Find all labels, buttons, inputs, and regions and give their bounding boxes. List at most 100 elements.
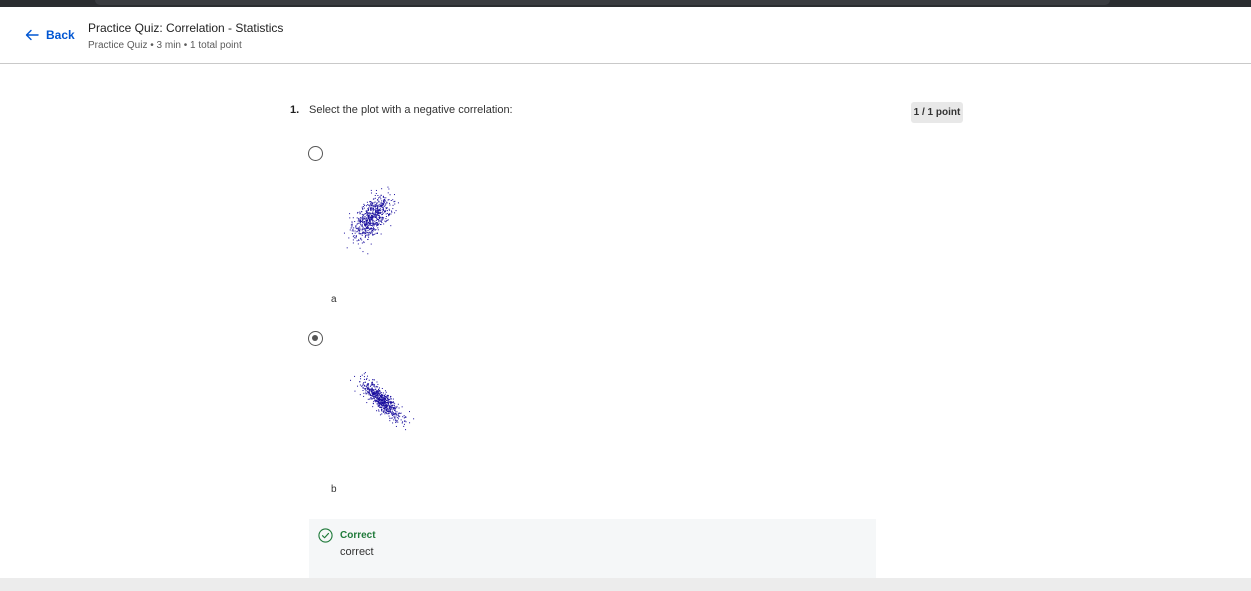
scatter-point <box>381 222 383 224</box>
scatter-point <box>357 385 359 387</box>
scatter-point <box>376 410 378 412</box>
scatter-point <box>379 395 381 397</box>
scatter-point <box>366 226 368 228</box>
scatter-point <box>374 213 376 215</box>
scatter-point <box>393 405 395 407</box>
scatter-point <box>383 205 385 207</box>
scatter-point <box>361 216 363 218</box>
scatter-point <box>393 402 395 404</box>
scatter-point <box>377 227 379 229</box>
scatter-point <box>355 236 357 238</box>
scatter-point <box>397 403 399 405</box>
scatter-point <box>382 394 384 396</box>
scatter-point <box>378 200 380 202</box>
scatter-point <box>379 212 381 214</box>
scatter-point <box>374 216 376 218</box>
scatter-point <box>370 203 372 205</box>
scatter-point <box>364 232 366 234</box>
scatter-point <box>386 201 388 203</box>
scatter-point <box>403 415 405 417</box>
scatter-point <box>387 410 389 412</box>
scatter-point <box>372 214 374 216</box>
scatter-point <box>359 381 361 383</box>
scatter-point <box>386 413 388 415</box>
scatter-point <box>380 400 382 402</box>
scatter-point <box>363 392 365 394</box>
scatter-point <box>390 417 392 419</box>
scatter-point <box>391 406 393 408</box>
scatter-point <box>361 225 363 227</box>
scatter-point <box>387 210 389 212</box>
scatter-point <box>362 385 364 387</box>
scatter-point <box>387 186 389 188</box>
scatter-point <box>368 217 370 219</box>
back-button[interactable]: Back <box>24 27 75 43</box>
scatter-point <box>390 396 392 398</box>
scatter-point <box>362 221 364 223</box>
scatter-point <box>352 228 354 230</box>
scatter-point <box>371 398 373 400</box>
scatter-point <box>359 211 361 213</box>
scatter-point <box>362 383 364 385</box>
scatter-point <box>362 226 364 228</box>
scatter-point <box>377 404 379 406</box>
question-text: Select the plot with a negative correlat… <box>309 104 513 116</box>
scatter-point <box>361 229 363 231</box>
scatter-point <box>346 247 348 249</box>
scatter-point <box>383 395 385 397</box>
scatter-point <box>391 414 393 416</box>
scatter-point <box>393 407 395 409</box>
scatter-point <box>375 400 377 402</box>
scatter-point <box>389 213 391 215</box>
scatter-point <box>363 227 365 229</box>
scatter-point <box>404 420 406 422</box>
scatter-point <box>385 209 387 211</box>
scatter-point <box>374 220 376 222</box>
scatter-point <box>381 413 383 415</box>
scatter-plot-b[interactable] <box>336 360 426 450</box>
scatter-point <box>377 391 379 393</box>
scatter-point <box>361 374 363 376</box>
scatter-point <box>370 384 372 386</box>
scatter-point <box>374 206 376 208</box>
scatter-point <box>363 203 365 205</box>
scatter-point <box>370 209 372 211</box>
scatter-point <box>392 422 394 424</box>
scatter-point <box>384 198 386 200</box>
scatter-point <box>362 390 364 392</box>
scatter-point <box>371 390 373 392</box>
option-b-radio[interactable] <box>308 331 323 346</box>
scatter-point <box>368 204 370 206</box>
option-a-radio[interactable] <box>308 146 323 161</box>
scatter-point <box>378 389 380 391</box>
scatter-point <box>378 387 380 389</box>
scatter-point <box>390 213 392 215</box>
scatter-point <box>376 217 378 219</box>
scatter-point <box>365 390 367 392</box>
scatter-point <box>380 202 382 204</box>
scatter-point <box>390 225 392 227</box>
scatter-point <box>360 233 362 235</box>
scatter-point <box>379 196 381 198</box>
scatter-point <box>365 234 367 236</box>
scatter-point <box>368 234 370 236</box>
check-circle-icon <box>318 528 333 543</box>
scatter-point <box>374 400 376 402</box>
scatter-point <box>364 236 366 238</box>
scatter-point <box>366 228 368 230</box>
scatter-plot-a[interactable] <box>336 180 416 265</box>
scatter-point <box>378 220 380 222</box>
scatter-point <box>394 403 396 405</box>
scatter-point <box>373 385 375 387</box>
scatter-point <box>388 400 390 402</box>
scatter-point <box>372 383 374 385</box>
scatter-point <box>381 398 383 400</box>
scatter-point <box>389 417 391 419</box>
scatter-point <box>366 214 368 216</box>
scatter-point <box>396 407 398 409</box>
scatter-point <box>374 391 376 393</box>
scatter-point <box>374 395 376 397</box>
scatter-point <box>374 390 376 392</box>
scatter-point <box>359 213 361 215</box>
feedback-panel: Correct correct <box>309 519 876 579</box>
